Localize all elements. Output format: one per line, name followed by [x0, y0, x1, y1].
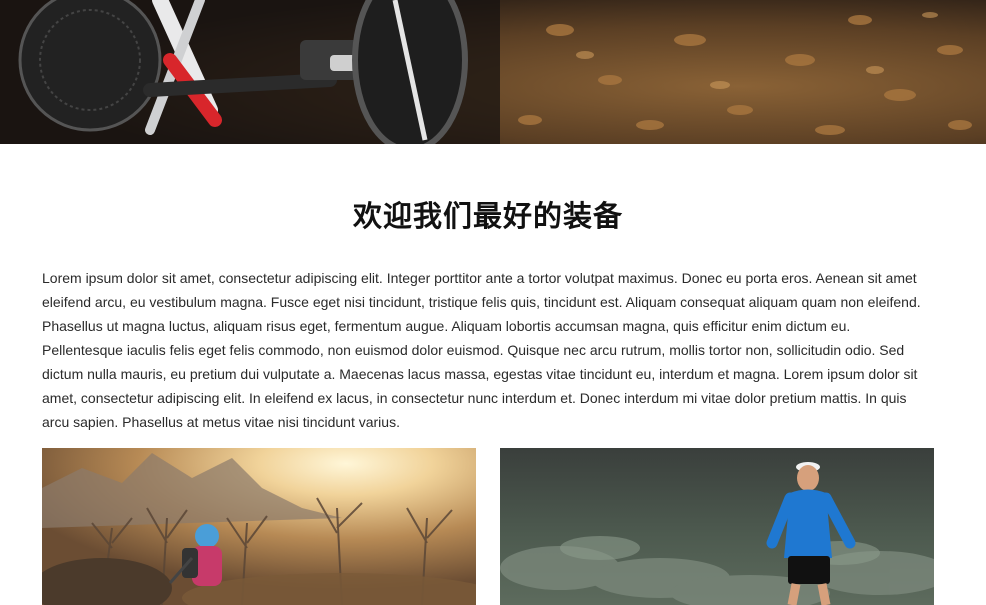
- hiker-mountain-sunlight-image: [42, 448, 476, 605]
- gallery-image-left: [42, 448, 476, 605]
- mountain-bike-hero-image: [0, 0, 986, 144]
- hero-image: [0, 0, 986, 144]
- intro-paragraph: Lorem ipsum dolor sit amet, consectetur …: [42, 270, 921, 430]
- gallery-image-right: [500, 448, 934, 605]
- page-title: 欢迎我们最好的装备: [352, 199, 623, 233]
- trail-runner-image: [500, 448, 934, 605]
